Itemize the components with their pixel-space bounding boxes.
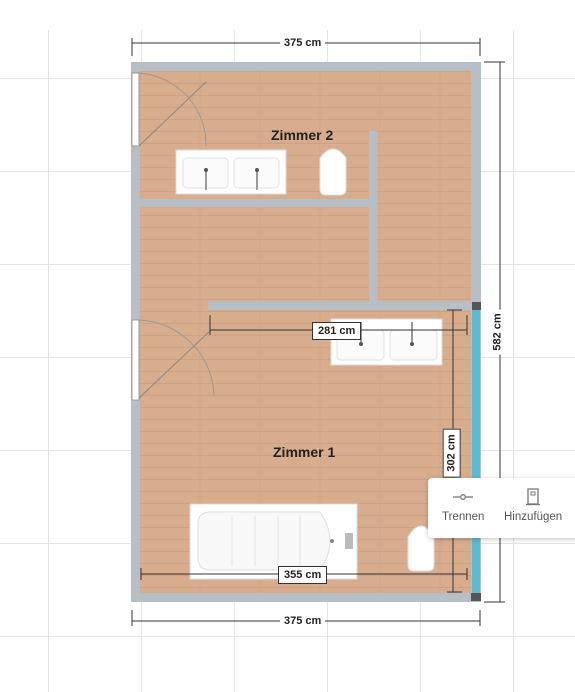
split-icon xyxy=(452,486,474,508)
add-button[interactable]: Hinzufügen xyxy=(504,486,562,523)
double-sink-zimmer-2[interactable] xyxy=(175,149,287,195)
dim-right-height: 582 cm xyxy=(490,309,505,355)
dim-bathtub-width: 355 cm xyxy=(278,566,328,584)
dim-inner-wall: 281 cm xyxy=(312,322,362,340)
room-label-zimmer-2[interactable]: Zimmer 2 xyxy=(271,127,333,143)
wall-handle-top[interactable] xyxy=(471,302,481,310)
wall-context-popup: Trennen Hinzufügen xyxy=(428,478,575,538)
split-button[interactable]: Trennen xyxy=(442,486,484,523)
add-label: Hinzufügen xyxy=(504,511,563,523)
selected-wall[interactable] xyxy=(472,306,480,599)
toilet-zimmer-2[interactable] xyxy=(319,148,347,196)
floor-plan[interactable] xyxy=(0,0,575,692)
bathtub[interactable] xyxy=(189,503,358,580)
split-label: Trennen xyxy=(442,511,485,523)
room-label-zimmer-1[interactable]: Zimmer 1 xyxy=(273,444,335,460)
dim-top-width: 375 cm xyxy=(280,36,326,50)
dim-bottom-width: 375 cm xyxy=(280,614,326,628)
dim-inner-height: 302 cm xyxy=(442,428,461,478)
wall-handle-bottom[interactable] xyxy=(471,593,481,601)
add-door-icon xyxy=(526,486,541,508)
